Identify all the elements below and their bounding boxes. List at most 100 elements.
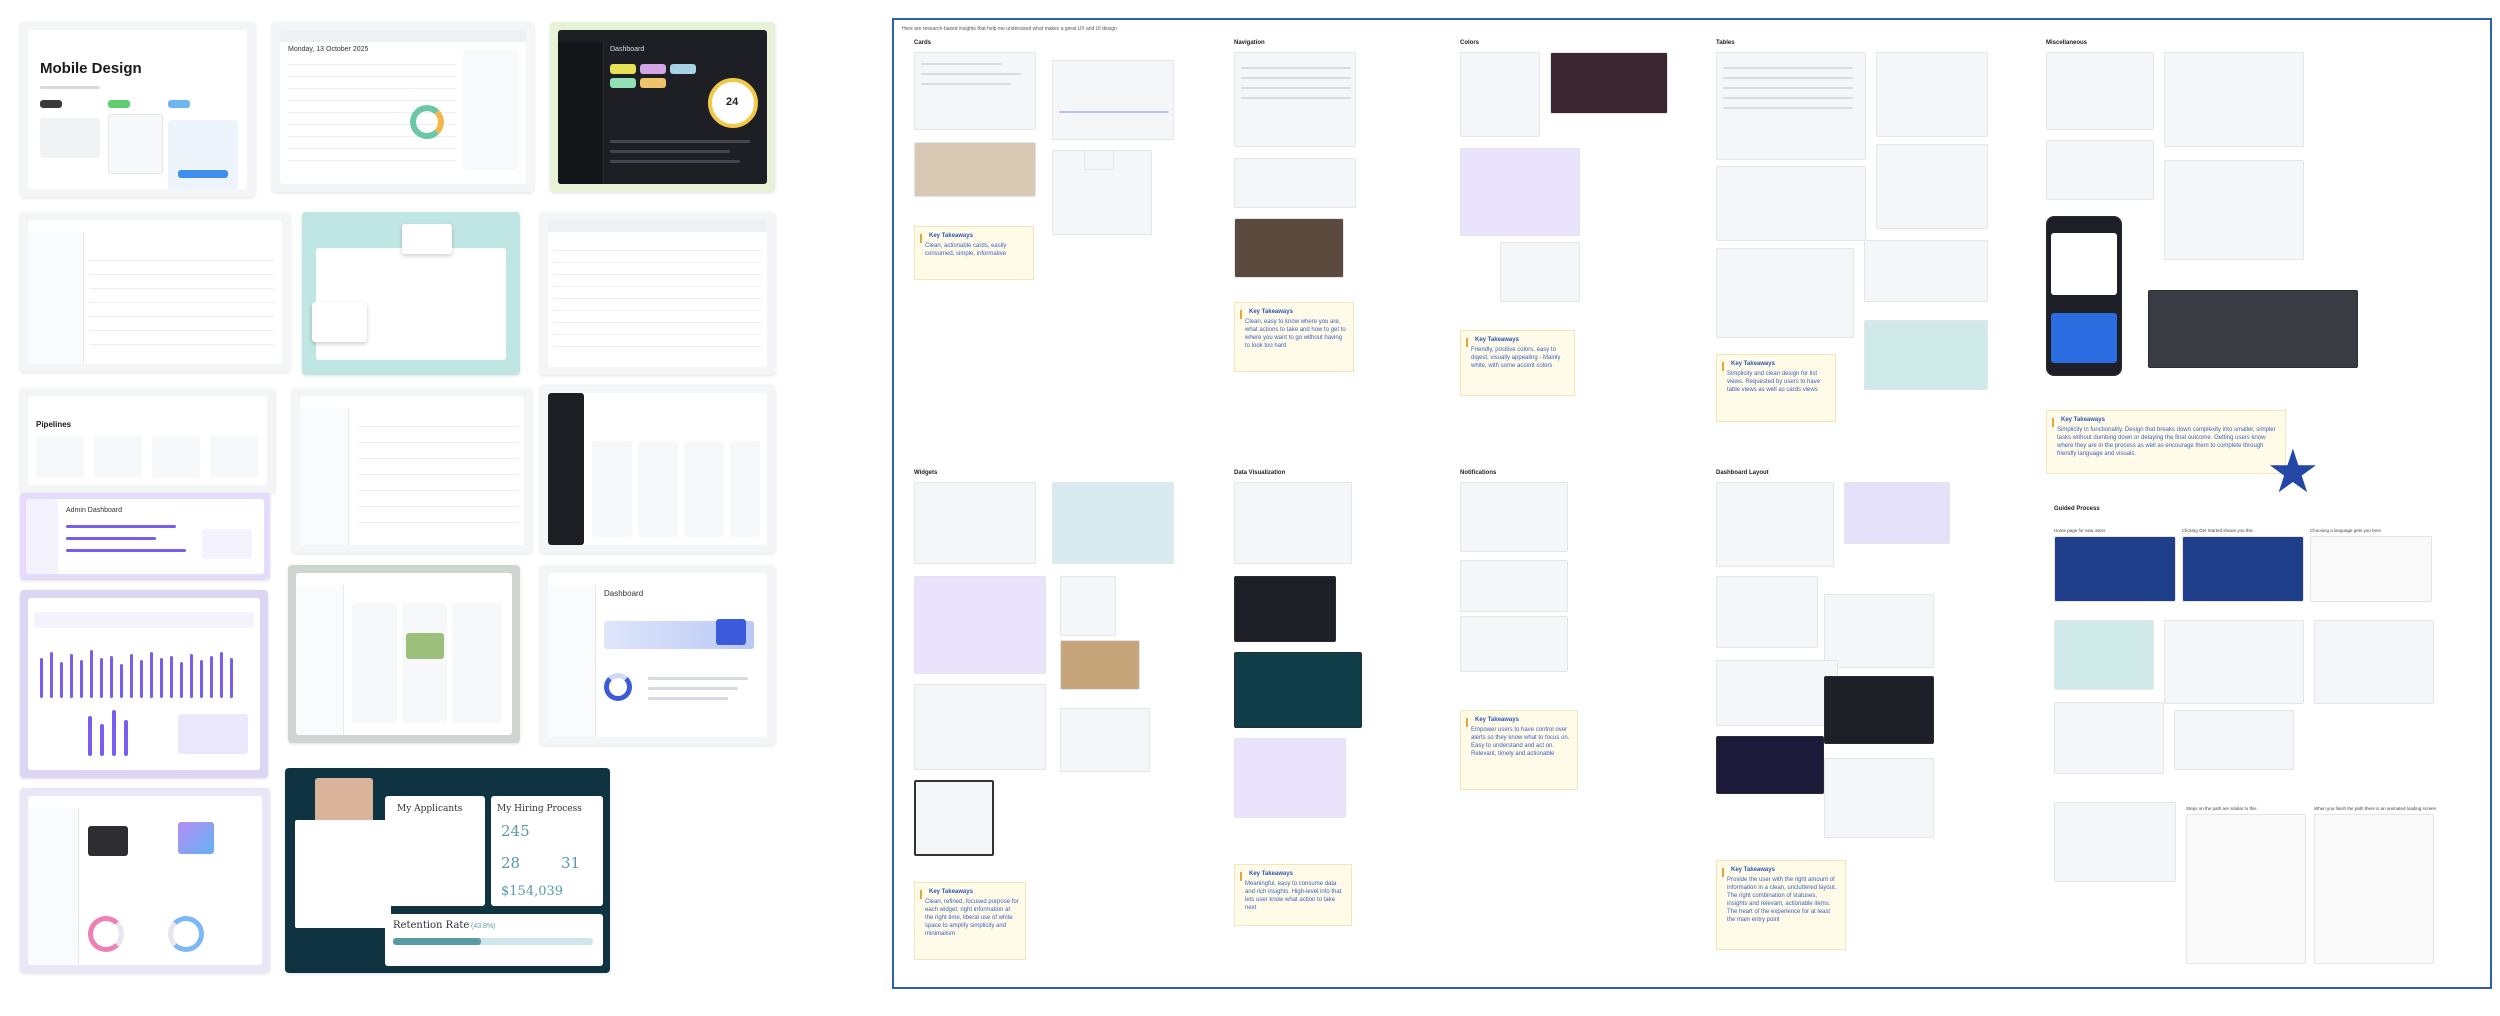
section-guided-process: Guided Process (2054, 506, 2100, 512)
cards-thumb-2[interactable] (1052, 60, 1174, 140)
notifications-thumb-1[interactable] (1460, 482, 1568, 552)
cards-thumb-1[interactable] (914, 52, 1036, 130)
widgets-thumb-4[interactable] (1060, 576, 1116, 636)
note-widgets-title: Key Takeaways (929, 889, 973, 895)
donut-chart (410, 105, 444, 139)
misc-thumb-1[interactable] (2046, 52, 2154, 130)
guided-thumb-6[interactable] (2314, 620, 2434, 704)
filter-panel-shot[interactable] (302, 212, 520, 375)
colors-thumb-4[interactable] (1500, 242, 1580, 302)
pipelines-label: Pipelines (36, 420, 72, 429)
colors-thumb-3[interactable] (1460, 148, 1580, 236)
note-colors-title: Key Takeaways (1475, 337, 1519, 343)
note-miscellaneous-text: Simplicity in functionality. Design that… (2057, 427, 2276, 457)
dashboard-thumb-7[interactable] (1716, 736, 1824, 794)
navigation-thumb-2[interactable] (1234, 158, 1356, 208)
guided-thumb-5[interactable] (2164, 620, 2304, 704)
section-dashboard-layout: Dashboard Layout (1716, 470, 1769, 476)
project-analytics-shot[interactable] (20, 788, 270, 973)
dashboard-thumb-4[interactable] (1824, 594, 1934, 668)
widgets-thumb-8[interactable] (914, 780, 994, 856)
tables-thumb-2[interactable] (1876, 52, 1988, 137)
orders-table-shot[interactable] (20, 212, 290, 372)
guided-caption-4: Steps on the path are similar to this (2186, 806, 2257, 811)
dataviz-thumb-1[interactable] (1234, 482, 1352, 564)
note-widgets-text: Clean, refined, focused purpose for each… (925, 899, 1019, 937)
note-colors: Key Takeaways Friendly, positive colors,… (1460, 330, 1575, 396)
colors-thumb-2[interactable] (1550, 52, 1668, 114)
retention-label: Retention Rate (393, 920, 470, 931)
research-board: Here are research-based insights that he… (892, 18, 2492, 989)
cards-thumb-3[interactable] (914, 142, 1036, 197)
contacts-list-shot[interactable] (292, 388, 532, 553)
widgets-thumb-3[interactable] (914, 576, 1046, 674)
dashboard-thumb-5[interactable] (1716, 660, 1838, 726)
tables-thumb-3[interactable] (1716, 166, 1866, 241)
hiring-stat-3: 31 (561, 854, 581, 872)
misc-thumb-2[interactable] (2164, 52, 2304, 147)
note-cards: Key Takeaways Clean, actionable cards, e… (914, 226, 1034, 280)
dashboard-thumb-8[interactable] (1824, 758, 1934, 838)
kanban-dark-shot[interactable] (540, 385, 775, 553)
misc-phone-thumb[interactable] (2046, 216, 2122, 376)
widgets-thumb-1[interactable] (914, 482, 1036, 564)
note-navigation-text: Clean, easy to know where you are, what … (1245, 319, 1346, 349)
guided-thumb-10[interactable] (2186, 814, 2306, 964)
tables-thumb-1[interactable] (1716, 52, 1866, 160)
guided-thumb-3[interactable] (2310, 536, 2432, 602)
misc-thumb-4[interactable] (2164, 160, 2304, 260)
task-list-shot[interactable] (540, 212, 775, 375)
note-data-visualization-text: Meaningful, easy to consume data and ric… (1245, 881, 1342, 911)
widgets-thumb-5[interactable] (1060, 640, 1140, 690)
dashboard-thumb-1[interactable] (1716, 482, 1834, 567)
guided-thumb-1[interactable] (2054, 536, 2176, 602)
section-tables: Tables (1716, 40, 1735, 46)
dark-dashboard-shot[interactable]: Dashboard 24 (550, 22, 775, 192)
widgets-thumb-6[interactable] (914, 684, 1046, 770)
mobile-design-shot[interactable]: Mobile Design (20, 22, 255, 197)
note-notifications-title: Key Takeaways (1475, 717, 1519, 723)
misc-thumb-3[interactable] (2046, 140, 2154, 200)
gauge-value: 24 (726, 96, 739, 108)
note-miscellaneous-title: Key Takeaways (2061, 417, 2105, 423)
mobile-design-title: Mobile Design (40, 60, 142, 77)
notifications-thumb-3[interactable] (1460, 616, 1568, 672)
dataviz-thumb-3[interactable] (1234, 652, 1362, 728)
pipelines-shot[interactable]: Pipelines (20, 388, 275, 493)
guided-thumb-8[interactable] (2174, 710, 2294, 770)
misc-thumb-5[interactable] (2148, 290, 2358, 368)
dashboard-thumb-3[interactable] (1716, 576, 1818, 648)
dataviz-thumb-4[interactable] (1234, 738, 1346, 818)
guided-thumb-7[interactable] (2054, 702, 2164, 774)
note-navigation: Key Takeaways Clean, easy to know where … (1234, 302, 1354, 372)
bar-chart-shot[interactable] (20, 590, 268, 778)
tables-thumb-4[interactable] (1876, 144, 1988, 229)
calendar-dashboard-shot[interactable]: Monday, 13 October 2025 (272, 22, 534, 192)
cards-thumb-5[interactable] (1084, 150, 1114, 170)
widgets-thumb-7[interactable] (1060, 708, 1150, 772)
dashboard-thumb-6[interactable] (1824, 676, 1934, 744)
notifications-thumb-2[interactable] (1460, 560, 1568, 612)
tasks-board-shot[interactable] (288, 565, 520, 743)
admin-dashboard-shot[interactable]: Admin Dashboard (20, 493, 270, 580)
dashboard-thumb-2[interactable] (1844, 482, 1950, 544)
tables-thumb-6[interactable] (1864, 240, 1988, 302)
guided-thumb-4[interactable] (2054, 620, 2154, 690)
navigation-thumb-3[interactable] (1234, 218, 1344, 278)
hiring-stat-1: 245 (501, 822, 530, 840)
hiring-money: $154,039 (501, 884, 564, 899)
guided-thumb-2[interactable] (2182, 536, 2304, 602)
navigation-thumb-1[interactable] (1234, 52, 1356, 147)
widgets-thumb-2[interactable] (1052, 482, 1174, 564)
analytics-dashboard-shot[interactable]: Dashboard (540, 565, 775, 745)
dataviz-thumb-2[interactable] (1234, 576, 1336, 642)
guided-thumb-9[interactable] (2054, 802, 2176, 882)
section-data-visualization: Data Visualization (1234, 470, 1286, 476)
section-colors: Colors (1460, 40, 1480, 46)
tables-thumb-5[interactable] (1716, 248, 1854, 338)
hiring-dashboard-shot[interactable]: My Applicants My Hiring Process 245 28 3… (285, 768, 610, 973)
guided-thumb-11[interactable] (2314, 814, 2434, 964)
tables-thumb-7[interactable] (1864, 320, 1988, 390)
colors-thumb-1[interactable] (1460, 52, 1540, 137)
note-colors-text: Friendly, positive colors, easy to diges… (1471, 347, 1561, 369)
